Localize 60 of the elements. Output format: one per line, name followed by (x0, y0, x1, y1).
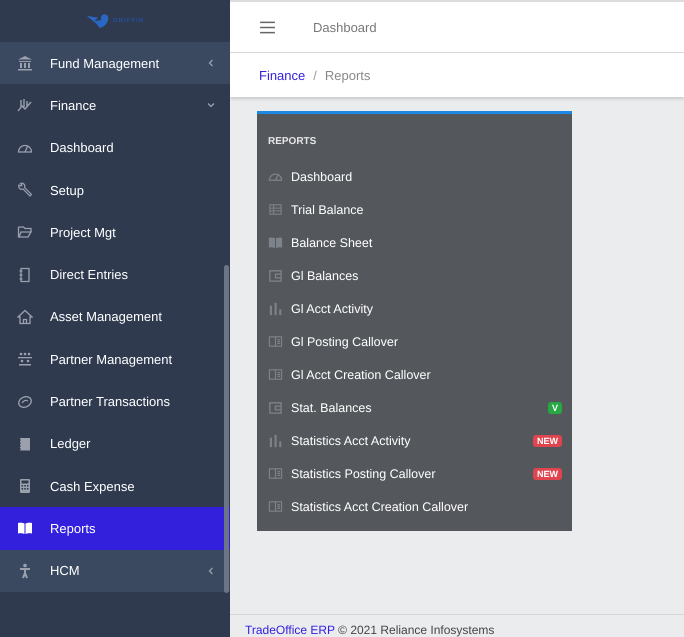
calculator-icon (17, 478, 33, 494)
ledger-icon (17, 436, 33, 452)
status-badge: V (548, 402, 562, 414)
sidebar-item[interactable]: Cash Expense (0, 464, 230, 508)
sidebar-item[interactable]: Reports (0, 507, 230, 550)
sidebar-item[interactable]: Project Mgt (0, 211, 230, 254)
griffin-logo-icon (86, 13, 110, 29)
sidebar-item[interactable]: Ledger (0, 422, 230, 465)
report-menu-item[interactable]: Gl Acct Creation Callover (268, 358, 562, 391)
report-menu-item[interactable]: Gl Balances (268, 259, 562, 292)
people-icon (17, 351, 33, 368)
breadcrumb-separator: / (313, 68, 317, 82)
open-book-icon (268, 235, 283, 250)
wallet-icon (268, 268, 283, 283)
chevron-left-icon (206, 566, 216, 576)
status-badge: NEW (533, 434, 562, 446)
table-icon (268, 202, 283, 217)
menu-icon[interactable] (259, 20, 276, 34)
wrench-icon (17, 182, 33, 198)
page-title: Dashboard (313, 20, 377, 34)
chart-icon (17, 97, 33, 114)
footer-text: TradeOffice ERP © 2021 Reliance Infosystems (245, 623, 494, 637)
wallet-icon (268, 400, 283, 415)
report-menu-item[interactable]: Gl Acct Activity (268, 292, 562, 325)
person-icon (17, 562, 33, 579)
sidebar-item[interactable]: Direct Entries (0, 253, 230, 296)
sidebar-item[interactable]: Dashboard (0, 126, 230, 169)
panel-icon (268, 334, 283, 349)
sidebar-item[interactable]: Asset Management (0, 296, 230, 338)
bar-chart-icon (268, 301, 283, 316)
report-menu-item[interactable]: Balance Sheet (268, 226, 562, 259)
reports-heading: REPORTS (268, 136, 318, 147)
bar-chart-icon (268, 433, 283, 448)
sidebar-item[interactable]: Partner Management (0, 338, 230, 380)
open-book-icon (17, 520, 33, 536)
sidebar-item[interactable]: Partner Transactions (0, 380, 230, 423)
coin-icon (17, 394, 33, 410)
report-menu-item[interactable]: Statistics Acct Creation Callover (268, 490, 562, 523)
folder-icon (17, 224, 33, 240)
chevron-left-icon (206, 58, 216, 68)
report-menu-item[interactable]: Statistics Acct Activity NEW (268, 424, 562, 457)
house-icon (17, 308, 33, 325)
footer-link[interactable]: TradeOffice ERP (245, 623, 335, 637)
breadcrumb-current: Reports (324, 68, 370, 82)
sidebar-group[interactable]: Finance (0, 84, 230, 127)
sidebar-item[interactable]: Setup (0, 168, 230, 212)
report-menu-item[interactable]: Stat. Balances V (268, 391, 562, 424)
panel-icon (268, 367, 283, 382)
sidebar-group[interactable]: Fund Management (0, 42, 230, 84)
scrollbar[interactable] (224, 265, 229, 593)
report-menu-item[interactable]: Trial Balance (268, 193, 562, 226)
panel-icon (268, 466, 283, 481)
breadcrumb-link[interactable]: Finance (259, 68, 306, 82)
sidebar-group[interactable]: HCM (0, 550, 230, 592)
report-menu-item[interactable]: Dashboard (268, 160, 562, 193)
report-menu-item[interactable]: Statistics Posting Callover NEW (268, 457, 562, 490)
status-badge: NEW (533, 468, 562, 480)
report-menu-item[interactable]: Gl Posting Callover (268, 325, 562, 358)
panel-icon (268, 499, 283, 514)
bank-icon (17, 55, 33, 72)
